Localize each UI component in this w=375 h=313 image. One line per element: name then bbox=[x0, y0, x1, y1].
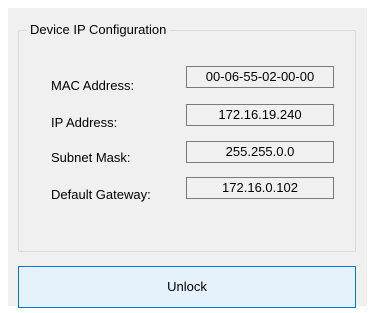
mac-address-label: MAC Address: bbox=[51, 78, 135, 93]
ip-address-field: 172.16.19.240 bbox=[186, 104, 334, 126]
subnet-mask-label: Subnet Mask: bbox=[51, 150, 131, 165]
subnet-mask-field: 255.255.0.0 bbox=[186, 141, 334, 163]
ip-address-label: IP Address: bbox=[51, 115, 118, 130]
group-title: Device IP Configuration bbox=[26, 22, 171, 38]
default-gateway-label: Default Gateway: bbox=[51, 187, 151, 202]
unlock-button[interactable]: Unlock bbox=[18, 266, 356, 308]
mac-address-field: 00-06-55-02-00-00 bbox=[186, 66, 334, 88]
default-gateway-field: 172.16.0.102 bbox=[186, 177, 334, 199]
